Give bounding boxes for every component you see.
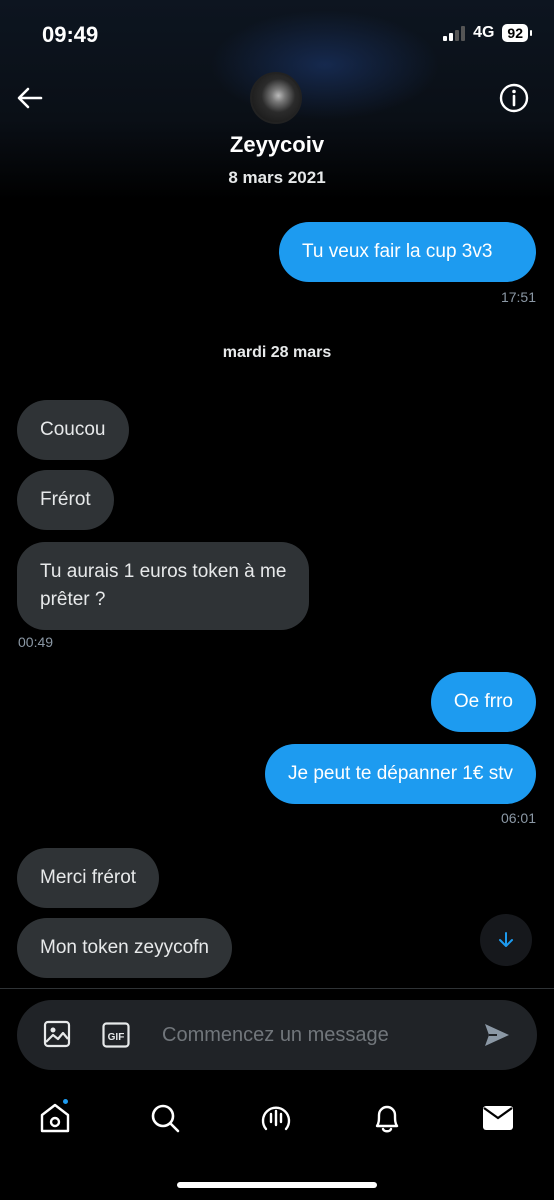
contact-name[interactable]: Zeyycoiv — [0, 132, 554, 158]
message-text-line: prêter ? — [40, 589, 106, 610]
signal-icon — [443, 25, 466, 41]
messages-icon — [483, 1106, 513, 1130]
gif-icon[interactable]: GIF — [102, 1022, 130, 1053]
message-timestamp: 17:51 — [500, 289, 536, 305]
message-bubble-incoming[interactable]: Frérot — [17, 470, 114, 530]
tab-home[interactable] — [37, 1097, 73, 1136]
message-bubble-incoming[interactable]: Coucou — [17, 400, 129, 460]
message-bubble-incoming[interactable]: Mon token zeyycofn — [17, 918, 232, 978]
search-icon — [151, 1104, 180, 1133]
send-icon[interactable] — [483, 1022, 511, 1053]
back-arrow-icon[interactable] — [14, 82, 46, 114]
tab-messages[interactable] — [480, 1100, 516, 1136]
message-bubble-incoming[interactable]: Merci frérot — [17, 848, 160, 908]
message-timestamp: 00:49 — [18, 634, 54, 650]
bottom-tab-bar — [0, 1090, 554, 1150]
message-bubble-outgoing[interactable]: Je peut te dépanner 1€ stv — [265, 744, 536, 804]
status-indicators: 4G 92 — [443, 24, 532, 42]
contact-joined-date: 8 mars 2021 — [228, 168, 326, 187]
home-icon — [40, 1103, 70, 1133]
composer-divider — [0, 988, 554, 989]
message-bubble-incoming[interactable]: Tu aurais 1 euros token à me prêter ? — [17, 542, 310, 630]
spaces-icon — [261, 1106, 291, 1131]
status-bar: 09:49 4G 92 — [0, 0, 554, 70]
info-icon[interactable] — [498, 82, 530, 114]
message-bubble-outgoing[interactable]: Tu veux fair la cup 3v3 — [279, 222, 536, 282]
tab-spaces[interactable] — [258, 1100, 294, 1136]
home-indicator — [177, 1182, 377, 1188]
status-time: 09:49 — [42, 22, 99, 47]
tab-search[interactable] — [147, 1100, 183, 1136]
battery-level: 92 — [502, 24, 532, 42]
network-type: 4G — [473, 24, 495, 41]
message-text-line: Tu aurais 1 euros token à me — [40, 561, 287, 582]
contact-avatar[interactable] — [250, 72, 302, 124]
message-composer: GIF — [17, 1000, 537, 1070]
scroll-to-bottom-button[interactable] — [480, 914, 532, 966]
arrow-down-icon — [499, 932, 513, 947]
notification-dot — [61, 1097, 70, 1106]
message-bubble-outgoing[interactable]: Oe frro — [430, 672, 536, 732]
message-timestamp: 06:01 — [500, 810, 536, 826]
notifications-icon — [375, 1105, 399, 1133]
tab-notifications[interactable] — [369, 1100, 405, 1136]
gif-label: GIF — [108, 1032, 125, 1043]
day-separator: mardi 28 mars — [222, 344, 332, 361]
message-input[interactable] — [162, 1020, 462, 1050]
image-icon[interactable] — [43, 1020, 71, 1053]
